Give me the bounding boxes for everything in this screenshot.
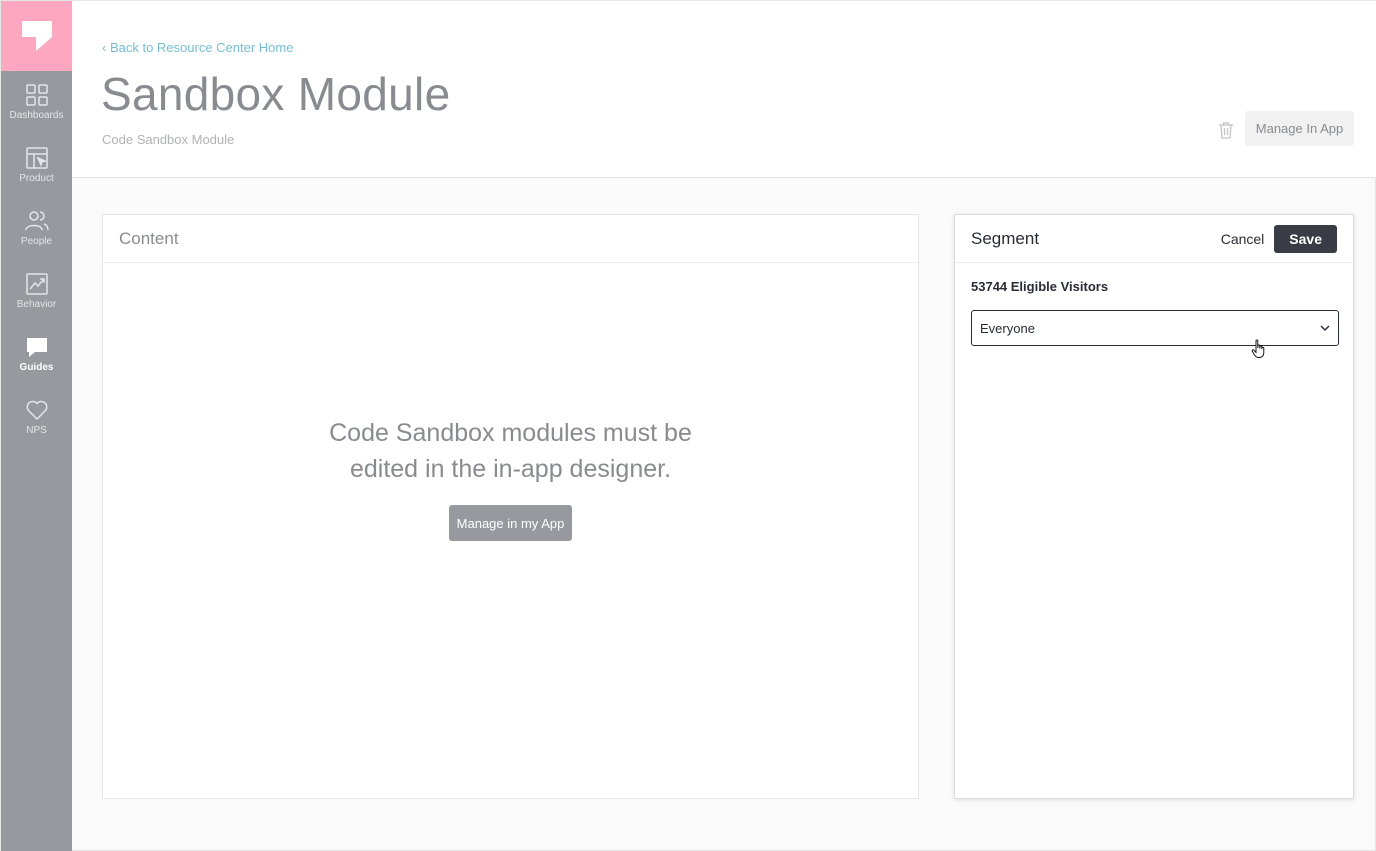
heart-icon [26,400,47,421]
page-title: Sandbox Module [101,68,451,120]
content-panel-title: Content [103,215,918,263]
people-icon [24,211,49,231]
save-button[interactable]: Save [1274,224,1337,253]
sidebar-item-product[interactable]: Product [1,134,72,197]
hand-pointer-cursor-icon [1251,339,1265,358]
segment-panel-header: Segment Cancel Save [955,215,1353,263]
content-message: Code Sandbox modules must be edited in t… [329,419,692,483]
segment-panel: Segment Cancel Save 53744 Eligible Visit… [954,214,1354,799]
layout-cursor-icon [25,147,48,169]
page-subtitle: Code Sandbox Module [102,132,235,147]
sidebar-item-guides[interactable]: Guides [1,323,72,386]
delete-button[interactable] [1216,120,1236,140]
sidebar-item-label: People [20,236,53,247]
sidebar: Dashboards Product People Behavior Guide… [1,1,72,851]
content-panel: Content Code Sandbox modules must be edi… [102,214,919,799]
cancel-button[interactable]: Cancel [1221,231,1265,247]
segment-select-value: Everyone [980,320,1035,336]
logo[interactable] [1,1,72,71]
chart-trend-icon [25,273,48,295]
app-window: Dashboards Product People Behavior Guide… [0,0,1376,851]
manage-in-app-button[interactable]: Manage In App [1245,111,1354,146]
sidebar-item-nps[interactable]: NPS [1,386,72,449]
segment-panel-title: Segment [971,228,1040,248]
chevron-down-icon [1320,325,1330,331]
trash-icon [1219,122,1233,139]
chat-bubble-icon [26,338,47,357]
back-to-resource-center-link[interactable]: ‹ Back to Resource Center Home [102,40,293,55]
grid-icon [25,84,48,106]
page-header: ‹ Back to Resource Center Home Sandbox M… [72,1,1376,178]
pendo-logo-icon [21,21,52,51]
sidebar-item-label: NPS [26,425,47,436]
sidebar-item-label: Dashboards [9,110,64,121]
sidebar-item-dashboards[interactable]: Dashboards [1,71,72,134]
segment-actions: Cancel Save [1221,224,1337,253]
sidebar-item-people[interactable]: People [1,197,72,260]
segment-select[interactable]: Everyone [971,310,1339,346]
eligible-visitors-count: 53744 Eligible Visitors [971,279,1109,294]
sidebar-item-label: Guides [19,362,54,373]
sidebar-item-label: Behavior [16,299,57,310]
sidebar-item-label: Product [19,173,54,184]
manage-in-my-app-button[interactable]: Manage in my App [448,505,573,541]
content-empty-state: Code Sandbox modules must be edited in t… [103,415,918,541]
sidebar-item-behavior[interactable]: Behavior [1,260,72,323]
